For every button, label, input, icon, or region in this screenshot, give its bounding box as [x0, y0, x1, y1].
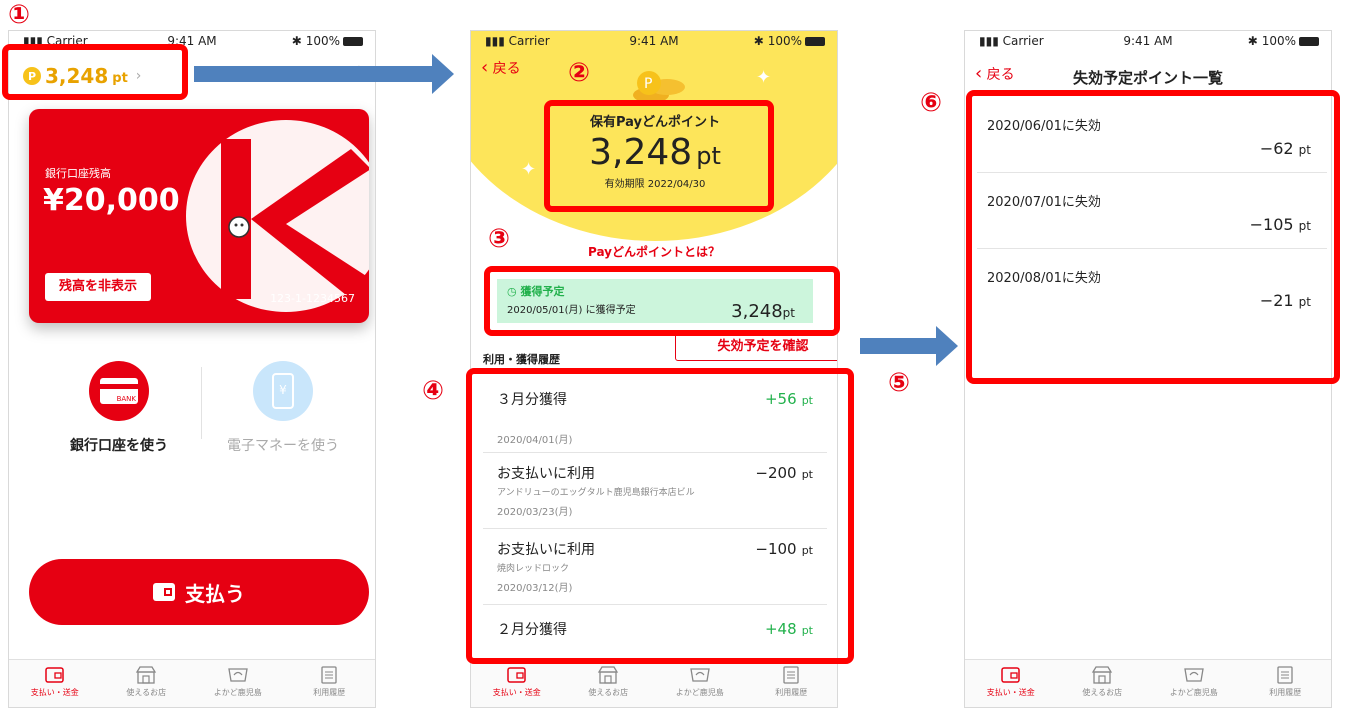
tab-shops[interactable]: 使えるお店 — [101, 660, 193, 707]
bank-balance-card: 銀行口座残高 ¥20,000 残高を非表示 123-1-1234567 — [29, 109, 369, 323]
highlight-box-2 — [544, 100, 774, 212]
svg-text:P: P — [644, 76, 652, 92]
bank-account-label: 銀行口座を使う — [70, 438, 168, 454]
wallet-icon — [153, 583, 175, 601]
marker-5: ⑤ — [888, 368, 911, 398]
emoney-label: 電子マネーを使う — [227, 438, 339, 454]
status-bar: ▮▮▮ Carrier 9:41 AM ✱ 100% — [471, 31, 837, 51]
tab-payment[interactable]: 支払い・送金 — [471, 660, 563, 707]
page-title: 失効予定ポイント一覧 — [1072, 69, 1223, 87]
tab-bar: 支払い・送金 使えるお店 よかど鹿児島 利用履歴 — [965, 659, 1331, 707]
bluetooth-icon: ✱ — [1247, 34, 1258, 48]
receipt-icon — [1277, 666, 1293, 684]
tab-history[interactable]: 利用履歴 — [746, 660, 838, 707]
sparkle-icon: ✦ — [756, 67, 772, 88]
ticket-icon — [227, 668, 248, 682]
battery-icon — [343, 37, 363, 46]
tab-bar: 支払い・送金 使えるお店 よかど鹿児島 利用履歴 — [9, 659, 375, 707]
back-button[interactable]: ‹ 戻る — [481, 57, 521, 78]
coin-stack-icon: P — [633, 71, 685, 103]
flow-arrow-2 — [860, 326, 958, 366]
bluetooth-icon: ✱ — [753, 34, 764, 48]
highlight-box-6 — [966, 90, 1340, 384]
check-expiry-button[interactable]: 失効予定を確認 — [675, 333, 837, 361]
flow-arrow-1 — [194, 54, 454, 94]
divider — [201, 367, 202, 439]
tab-history[interactable]: 利用履歴 — [1240, 660, 1332, 707]
receipt-icon — [321, 666, 337, 684]
battery-icon — [1299, 37, 1319, 46]
marker-2: ② — [568, 58, 591, 88]
screen-wallet: ▮▮▮ Carrier 9:41 AM ✱ 100% P 3,248 pt › … — [8, 30, 376, 708]
bank-card-icon: BANK — [89, 361, 149, 421]
shop-icon — [136, 666, 157, 684]
use-emoney-button[interactable]: ¥ 電子マネーを使う — [213, 361, 353, 455]
status-bar: ▮▮▮ Carrier 9:41 AM ✱ 100% — [965, 31, 1331, 51]
card-balance-label: 銀行口座残高 — [45, 167, 111, 180]
tab-bar: 支払い・送金 使えるお店 よかど鹿児島 利用履歴 — [471, 659, 837, 707]
battery-icon — [805, 37, 825, 46]
pay-button[interactable]: 支払う — [29, 559, 369, 625]
marker-6: ⑥ — [920, 88, 943, 118]
tab-shops[interactable]: 使えるお店 — [563, 660, 655, 707]
highlight-box-4 — [466, 368, 854, 664]
tab-yokado[interactable]: よかど鹿児島 — [192, 660, 284, 707]
wallet-icon — [507, 667, 526, 683]
highlight-box-1 — [2, 44, 188, 100]
tab-yokado[interactable]: よかど鹿児島 — [1148, 660, 1240, 707]
ticket-icon — [689, 668, 710, 682]
wallet-icon — [1001, 667, 1020, 683]
tab-yokado[interactable]: よかど鹿児島 — [654, 660, 746, 707]
ticket-icon — [1183, 668, 1204, 682]
bluetooth-icon: ✱ — [291, 34, 302, 48]
tab-shops[interactable]: 使えるお店 — [1057, 660, 1149, 707]
wallet-icon — [45, 667, 64, 683]
history-header: 利用・獲得履歴 — [483, 353, 560, 366]
sparkle-icon: ✦ — [521, 159, 537, 180]
marker-3: ③ — [488, 224, 511, 254]
use-bank-account-button[interactable]: BANK 銀行口座を使う — [49, 361, 189, 455]
highlight-box-3 — [484, 266, 840, 336]
marker-4: ④ — [422, 376, 445, 406]
tab-payment[interactable]: 支払い・送金 — [965, 660, 1057, 707]
bank-logo-graphic — [186, 120, 369, 312]
shop-icon — [598, 666, 619, 684]
card-balance-value: ¥20,000 — [43, 183, 180, 218]
tab-history[interactable]: 利用履歴 — [284, 660, 376, 707]
about-points-link[interactable]: Payどんポイントとは？ — [471, 243, 837, 260]
hide-balance-button[interactable]: 残高を非表示 — [45, 273, 151, 301]
marker-1: ① — [8, 0, 31, 30]
receipt-icon — [783, 666, 799, 684]
tab-payment[interactable]: 支払い・送金 — [9, 660, 101, 707]
chevron-left-icon: ‹ — [481, 57, 489, 78]
shop-icon — [1092, 666, 1113, 684]
phone-yen-icon: ¥ — [253, 361, 313, 421]
account-number: 123-1-1234567 — [270, 292, 355, 305]
